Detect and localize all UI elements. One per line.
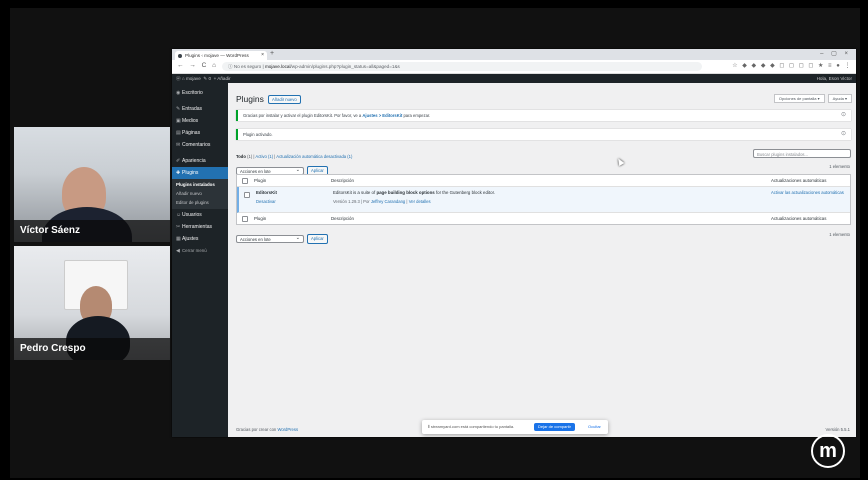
tab-strip: Plugins ‹ mojave — WordPress × + – ▢ × (172, 49, 856, 60)
nav-buttons[interactable]: ← → C ⌂ (177, 62, 218, 69)
main-content: Opciones de pantalla ▾ Ayuda ▾ Plugins Añ… (228, 83, 856, 437)
menu-media[interactable]: ▣Medios (172, 115, 228, 127)
table-header: Plugin Descripción Actualizaciones autom… (237, 175, 850, 187)
apply-button[interactable]: Aplicar (307, 233, 328, 244)
view-details-link[interactable]: Ver detalles (409, 199, 431, 204)
menu-comments[interactable]: ✉ Comentarios (172, 139, 228, 151)
footer-thanks: Gracias por crear con WordPress (236, 427, 299, 432)
filter-auto-updates-disabled[interactable]: Actualización automática desactivada (1) (276, 154, 352, 159)
wordpress-favicon-icon (178, 53, 182, 58)
plugins-submenu: Plugins instalados Añadir nuevo Editor d… (172, 179, 228, 209)
address-bar: ← → C ⌂ ⓘ No es seguro | mojave.local/wp… (172, 60, 856, 74)
notice-activated: Plugin activado. ⊙ (236, 129, 851, 140)
screen-meta-links: Opciones de pantalla ▾ Ayuda ▾ (771, 87, 852, 105)
close-tab-icon[interactable]: × (261, 51, 264, 60)
browser-window: Plugins ‹ mojave — WordPress × + – ▢ × ←… (172, 49, 856, 437)
wordpress-logo-icon[interactable]: ⓦ (176, 76, 181, 81)
share-status-text: ⦀ streamyard.com está compartiendo tu pa… (428, 424, 515, 429)
column-description: Descripción (331, 178, 354, 183)
row-checkbox[interactable] (244, 192, 250, 198)
column-description: Descripción (331, 216, 354, 221)
channel-logo-icon: m (811, 434, 845, 468)
comments-icon[interactable]: ✎ 0 (203, 76, 211, 81)
dismiss-icon[interactable]: ⊙ (841, 129, 846, 140)
plugin-filters: Todo (1) | Activo (1) | Actualización au… (236, 154, 353, 159)
wp-admin: ◉ Escritorio ✎ Entradas ▣Medios ▤Páginas ✉… (172, 83, 856, 437)
screen-share-bar: ⦀ streamyard.com está compartiendo tu pa… (422, 420, 608, 434)
column-auto-updates: Actualizaciones automáticas (771, 216, 827, 221)
screen-options-button[interactable]: Opciones de pantalla ▾ (773, 94, 825, 103)
menu-collapse[interactable]: ◀ Cerrar menú (172, 245, 228, 257)
menu-tools[interactable]: ✂ Herramientas (172, 221, 228, 233)
menu-pages[interactable]: ▤Páginas (172, 127, 228, 139)
browser-tab[interactable]: Plugins ‹ mojave — WordPress × (175, 51, 267, 60)
items-count: 1 elemento (829, 164, 850, 169)
plugins-table: Plugin Descripción Actualizaciones autom… (236, 174, 851, 225)
extension-icons[interactable]: ☆ ◆ ◆ ◆ ◆ ◻ ◻ ◻ ◻ ★ ≡ ● ⋮ (732, 62, 852, 69)
plugin-version: Versión 1.29.3 | Por Jeffrey Carandang |… (333, 199, 431, 204)
plugin-description: EditorsKit is a suite of page building b… (333, 190, 496, 195)
hide-share-bar-button[interactable]: Ocultar (588, 423, 601, 431)
wp-version: Versión 5.5.1 (825, 427, 850, 432)
menu-dashboard[interactable]: ◉ Escritorio (172, 87, 228, 99)
editorskit-settings-link[interactable]: Ajustes > EditorsKit (362, 113, 402, 118)
submenu-plugin-editor[interactable]: Editor de plugins (172, 198, 228, 207)
menu-posts[interactable]: ✎ Entradas (172, 103, 228, 115)
menu-settings[interactable]: ▦Ajustes (172, 233, 228, 245)
filter-all[interactable]: Todo (236, 154, 246, 159)
new-content-link[interactable]: + Añadir (214, 76, 231, 81)
url-field[interactable]: ⓘ No es seguro | mojave.local/wp-admin/p… (222, 62, 702, 71)
enable-auto-updates-link[interactable]: Activar las actualizaciones automáticas (771, 190, 846, 196)
help-button[interactable]: Ayuda ▾ (827, 94, 852, 103)
tab-title: Plugins ‹ mojave — WordPress (185, 53, 249, 58)
author-link[interactable]: Jeffrey Carandang (371, 199, 405, 204)
table-footer: Plugin Descripción Actualizaciones autom… (237, 213, 850, 224)
webcam-victor: Víctor Sáenz (14, 127, 170, 242)
submenu-installed-plugins[interactable]: Plugins instalados (172, 180, 228, 189)
table-row: EditorsKit Desactivar EditorsKit is a su… (237, 187, 850, 213)
bulk-actions-select[interactable]: Acciones en lote (236, 234, 304, 243)
plugin-name: EditorsKit (256, 190, 277, 195)
column-auto-updates: Actualizaciones automáticas (771, 178, 827, 183)
new-tab-icon[interactable]: + (270, 50, 274, 57)
deactivate-link[interactable]: Desactivar (256, 199, 276, 204)
menu-appearance[interactable]: ✐ Apariencia (172, 155, 228, 167)
search-plugins-input[interactable]: Buscar plugins instalados... (753, 149, 851, 158)
submenu-add-new[interactable]: Añadir nuevo (172, 189, 228, 198)
participant-name: Víctor Sáenz (14, 220, 170, 242)
wordpress-link[interactable]: WordPress (277, 427, 298, 432)
add-new-button[interactable]: Añadir nuevo (268, 95, 301, 104)
dismiss-icon[interactable]: ⊙ (841, 110, 846, 121)
items-count: 1 elemento (829, 232, 850, 237)
bulk-actions-bottom: Acciones en loteAplicar (236, 230, 328, 248)
column-plugin: Plugin (254, 216, 267, 221)
home-icon: ⌂ (181, 76, 185, 81)
notice-thanks: Gracias por instalar y activar el plugin… (236, 110, 851, 121)
menu-plugins[interactable]: ✚ Plugins (172, 167, 228, 179)
select-all-checkbox[interactable] (242, 216, 248, 222)
select-all-checkbox[interactable] (242, 178, 248, 184)
column-plugin: Plugin (254, 178, 267, 183)
admin-sidebar: ◉ Escritorio ✎ Entradas ▣Medios ▤Páginas ✉… (172, 83, 228, 437)
filter-active[interactable]: Activo (1) (255, 154, 273, 159)
participant-name: Pedro Crespo (14, 338, 170, 360)
page-title: Plugins (236, 94, 264, 104)
menu-users[interactable]: ☺Usuarios (172, 209, 228, 221)
site-name[interactable]: mojave (186, 76, 201, 81)
stop-sharing-button[interactable]: Dejar de compartir (534, 423, 575, 431)
window-controls[interactable]: – ▢ × (820, 50, 851, 57)
webcam-pedro: Pedro Crespo (14, 246, 170, 360)
